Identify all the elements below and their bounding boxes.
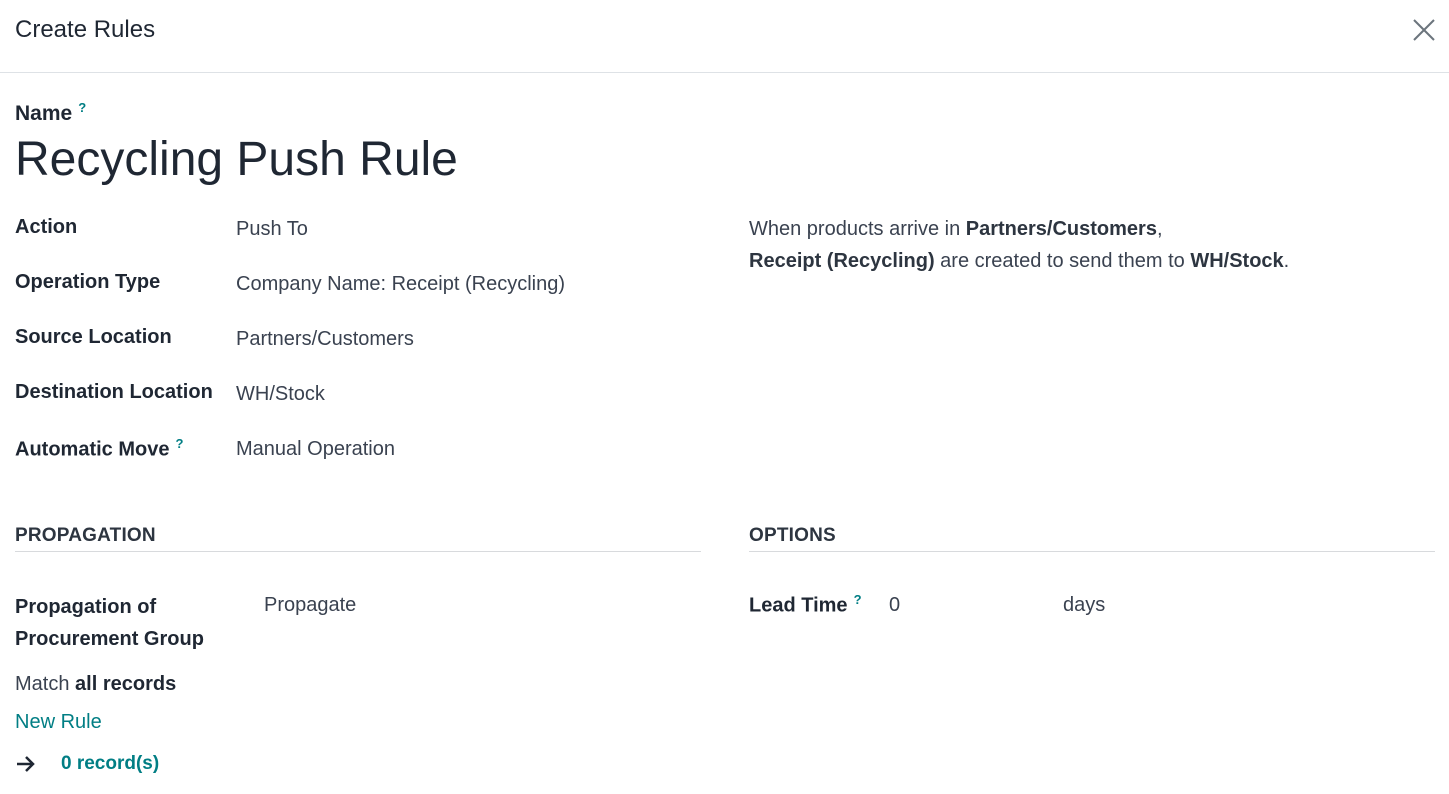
automatic-move-label: Automatic Move? xyxy=(15,436,184,461)
record-name-field[interactable]: Recycling Push Rule xyxy=(15,132,458,187)
lead-time-unit: days xyxy=(1063,594,1106,616)
lead-time-help-icon[interactable]: ? xyxy=(854,592,862,607)
name-label: Name? xyxy=(15,100,87,125)
close-button[interactable] xyxy=(1410,16,1438,44)
propagation-group-label: Propagation of Procurement Group xyxy=(15,596,204,650)
match-records-text: Match all records xyxy=(15,673,177,695)
source-location-label: Source Location xyxy=(15,326,172,348)
action-label: Action xyxy=(15,216,78,238)
automatic-move-help-icon[interactable]: ? xyxy=(175,436,183,451)
rule-description: When products arrive in Partners/Custome… xyxy=(749,218,1290,272)
name-help-icon[interactable]: ? xyxy=(78,100,86,115)
destination-location-label: Destination Location xyxy=(15,381,213,403)
close-icon xyxy=(1413,19,1435,41)
action-field[interactable]: Push To xyxy=(236,218,308,241)
options-section-title: OPTIONS xyxy=(749,525,836,546)
records-count-link[interactable]: 0 record(s) xyxy=(61,753,159,775)
destination-location-field[interactable]: WH/Stock xyxy=(236,383,325,406)
operation-type-field[interactable]: Company Name: Receipt (Recycling) xyxy=(236,273,565,296)
arrow-right-icon xyxy=(17,756,35,772)
operation-type-label: Operation Type xyxy=(15,271,161,293)
propagation-divider xyxy=(15,551,701,552)
propagation-group-field[interactable]: Propagate xyxy=(264,594,356,617)
options-divider xyxy=(749,551,1435,552)
dialog-header: Create Rules xyxy=(0,0,1449,73)
new-rule-link[interactable]: New Rule xyxy=(15,711,102,734)
lead-time-field[interactable]: 0 xyxy=(889,594,900,617)
source-location-field[interactable]: Partners/Customers xyxy=(236,328,414,351)
automatic-move-field[interactable]: Manual Operation xyxy=(236,438,395,461)
lead-time-label: Lead Time? xyxy=(749,592,862,617)
propagation-section-title: PROPAGATION xyxy=(15,525,156,546)
dialog-title: Create Rules xyxy=(15,16,156,43)
